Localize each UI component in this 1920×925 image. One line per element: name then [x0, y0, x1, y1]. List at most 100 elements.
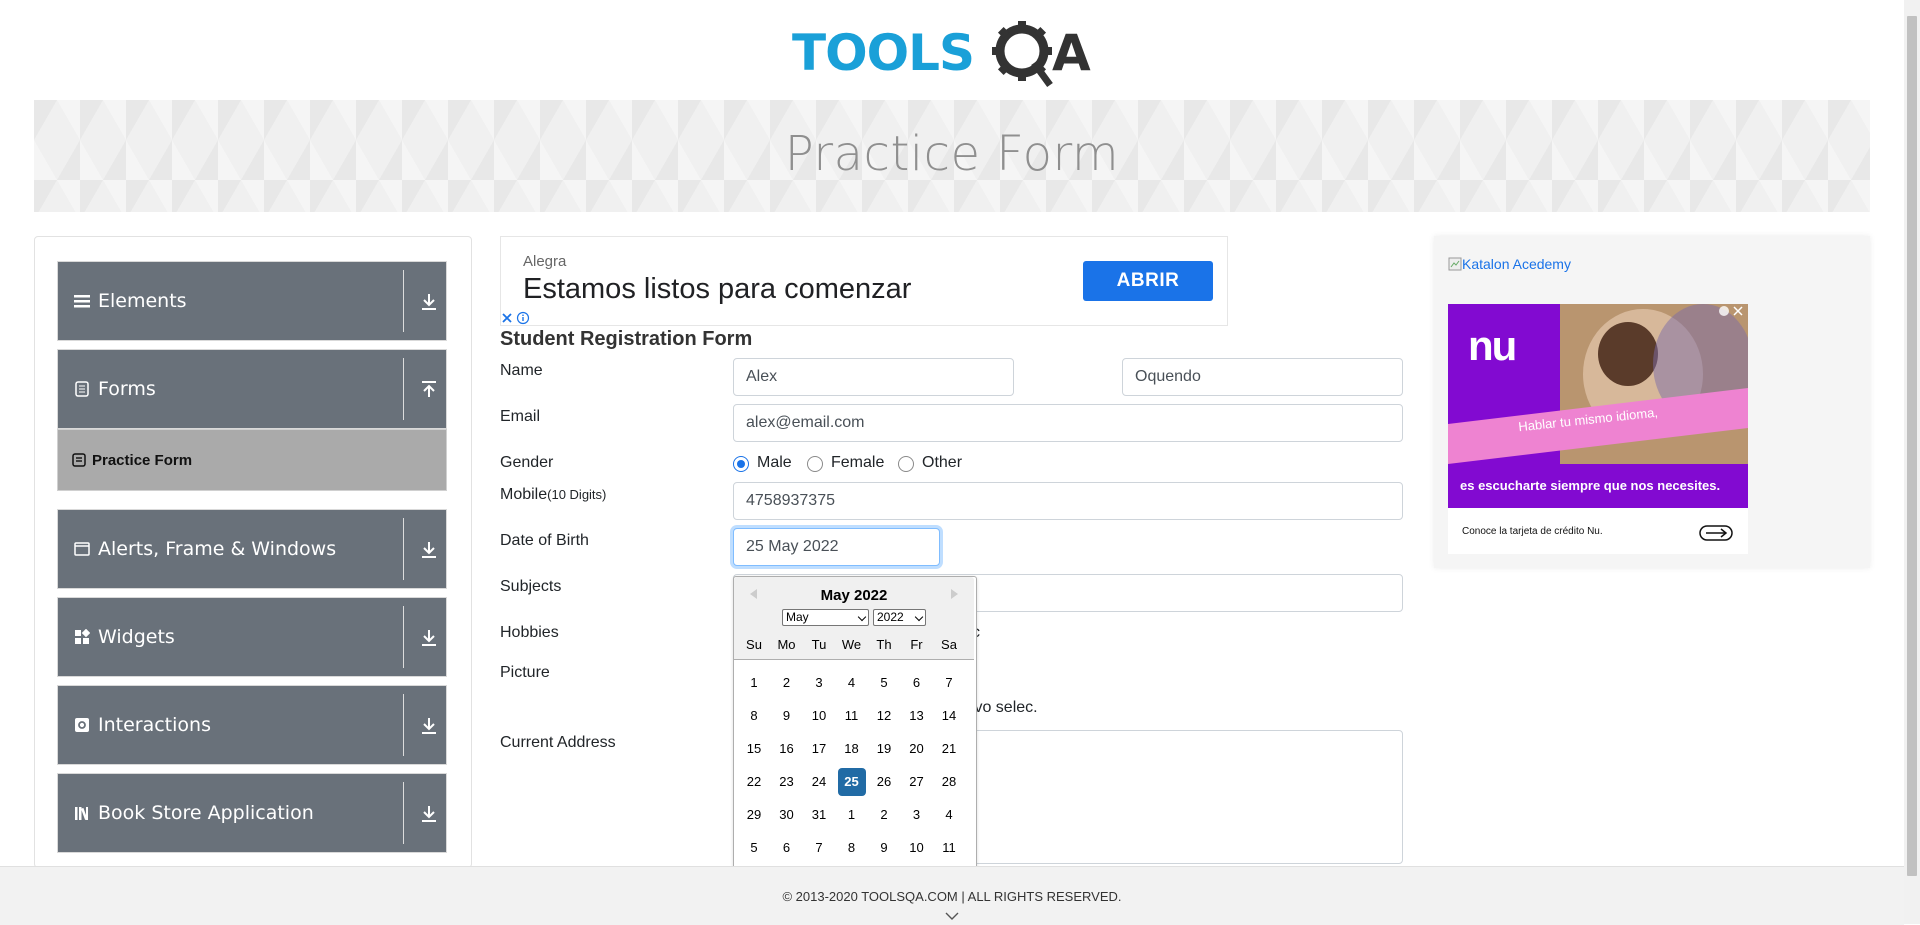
calendar-day[interactable]: 27	[903, 768, 931, 796]
calendar-day[interactable]: 7	[935, 669, 963, 697]
calendar-day[interactable]: 1	[740, 669, 768, 697]
sidebar-group-book-store[interactable]: Book Store Application	[57, 773, 447, 853]
window-icon	[74, 542, 90, 556]
divider	[403, 358, 404, 420]
calendar-day[interactable]: 10	[903, 834, 931, 862]
calendar-day[interactable]: 6	[903, 669, 931, 697]
scrollbar-thumb[interactable]	[1907, 16, 1917, 876]
month-select[interactable]: May	[782, 609, 869, 626]
sidebar-group-elements[interactable]: Elements	[57, 261, 447, 341]
sidebar-group-widgets[interactable]: Widgets	[57, 597, 447, 677]
first-name-input[interactable]: Alex	[733, 358, 1014, 396]
sidebar-group-label: Elements	[98, 290, 187, 312]
calendar-day[interactable]: 2	[773, 669, 801, 697]
calendar-day[interactable]: 23	[773, 768, 801, 796]
page-banner: Practice Form	[34, 100, 1870, 212]
ad-close-icon[interactable]	[500, 311, 532, 325]
subjects-label: Subjects	[500, 578, 562, 595]
date-picker: May 2022 May 2022 Su Mo Tu We Th Fr Sa 1234567…	[733, 576, 977, 870]
nu-ad-banner[interactable]: nu Hablar tu mismo idioma, es escucharte…	[1448, 304, 1748, 554]
calendar-day[interactable]: 9	[870, 834, 898, 862]
top-advertisement[interactable]: Alegra Estamos listos para comenzar ABRI…	[500, 236, 1228, 326]
grid-icon	[75, 629, 90, 644]
calendar-day[interactable]: 22	[740, 768, 768, 796]
calendar-day[interactable]: 18	[838, 735, 866, 763]
date-picker-header: May 2022 May 2022 Su Mo Tu We Th Fr Sa	[734, 577, 974, 660]
sidebar-item-practice-form[interactable]: Practice Form	[57, 429, 447, 491]
page-title: Practice Form	[784, 126, 1120, 182]
sidebar-group-forms[interactable]: Forms	[57, 349, 447, 429]
calendar-day[interactable]: 4	[935, 801, 963, 829]
calendar-day[interactable]: 3	[903, 801, 931, 829]
calendar-day[interactable]: 15	[740, 735, 768, 763]
calendar-day[interactable]: 28	[935, 768, 963, 796]
katalon-ad-link[interactable]: Katalon Acedemy	[1448, 256, 1571, 272]
document-icon	[75, 381, 89, 397]
calendar-day[interactable]: 31	[805, 801, 833, 829]
download-arrow-icon[interactable]	[420, 716, 438, 736]
calendar-day[interactable]: 26	[870, 768, 898, 796]
radio-unselected[interactable]	[807, 456, 823, 472]
last-name-input[interactable]: Oquendo	[1122, 358, 1403, 396]
calendar-day[interactable]: 14	[935, 702, 963, 730]
hamburger-icon	[74, 295, 90, 308]
calendar-day[interactable]: 20	[903, 735, 931, 763]
selected-day[interactable]: 25	[837, 768, 866, 796]
svg-text:TOOLS: TOOLS	[792, 24, 974, 82]
mobile-input[interactable]: 4758937375	[733, 482, 1403, 520]
calendar-day[interactable]: 1	[838, 801, 866, 829]
day-name: Fr	[910, 637, 923, 652]
calendar-day[interactable]: 21	[935, 735, 963, 763]
calendar-day[interactable]: 13	[903, 702, 931, 730]
date-of-birth-input[interactable]: 25 May 2022	[733, 528, 940, 566]
calendar-day[interactable]: 7	[805, 834, 833, 862]
calendar-day[interactable]: 11	[935, 834, 963, 862]
name-label: Name	[500, 362, 543, 379]
calendar-day[interactable]: 11	[838, 702, 866, 730]
page-scrollbar[interactable]	[1904, 0, 1920, 924]
toolsqa-logo[interactable]: TOOLS A	[790, 14, 1114, 90]
day-name: Mo	[777, 637, 796, 652]
year-select-value: 2022	[877, 610, 904, 624]
calendar-day[interactable]: 19	[870, 735, 898, 763]
chevron-down-icon[interactable]	[944, 911, 960, 921]
year-select[interactable]: 2022	[873, 609, 926, 626]
download-arrow-icon[interactable]	[420, 628, 438, 648]
address-label: Current Address	[500, 734, 616, 751]
ad-cta-button[interactable]: ABRIR	[1083, 261, 1213, 301]
calendar-day[interactable]: 8	[838, 834, 866, 862]
side-advertisement[interactable]: Katalon Acedemy nu Hablar tu mismo idiom…	[1434, 236, 1870, 568]
sidebar-group-label: Forms	[98, 378, 156, 400]
calendar-day[interactable]: 5	[870, 669, 898, 697]
radio-selected[interactable]	[733, 456, 749, 472]
calendar-day[interactable]: 10	[805, 702, 833, 730]
calendar-day[interactable]: 12	[870, 702, 898, 730]
calendar-day[interactable]: 30	[773, 801, 801, 829]
divider	[403, 518, 404, 580]
calendar-day[interactable]: 16	[773, 735, 801, 763]
email-input[interactable]: alex@email.com	[733, 404, 1403, 442]
calendar-day[interactable]: 3	[805, 669, 833, 697]
divider	[403, 782, 404, 844]
calendar-day[interactable]: 5	[740, 834, 768, 862]
calendar-day[interactable]: 29	[740, 801, 768, 829]
upload-arrow-icon[interactable]	[420, 380, 438, 400]
broken-image-icon	[1448, 257, 1462, 271]
calendar-day[interactable]: 9	[773, 702, 801, 730]
ad-headline[interactable]: Estamos listos para comenzar	[523, 273, 911, 306]
sidebar-group-label: Alerts, Frame & Windows	[98, 538, 337, 560]
calendar-day[interactable]: 6	[773, 834, 801, 862]
calendar-day[interactable]: 17	[805, 735, 833, 763]
ad-choices[interactable]	[500, 311, 532, 325]
download-arrow-icon[interactable]	[420, 292, 438, 312]
sidebar-group-alerts[interactable]: Alerts, Frame & Windows	[57, 509, 447, 589]
download-arrow-icon[interactable]	[420, 804, 438, 824]
radio-unselected[interactable]	[898, 456, 914, 472]
sidebar-group-interactions[interactable]: Interactions	[57, 685, 447, 765]
calendar-day[interactable]: 8	[740, 702, 768, 730]
calendar-day[interactable]: 4	[838, 669, 866, 697]
dob-label: Date of Birth	[500, 532, 589, 549]
download-arrow-icon[interactable]	[420, 540, 438, 560]
calendar-day[interactable]: 24	[805, 768, 833, 796]
calendar-day[interactable]: 2	[870, 801, 898, 829]
